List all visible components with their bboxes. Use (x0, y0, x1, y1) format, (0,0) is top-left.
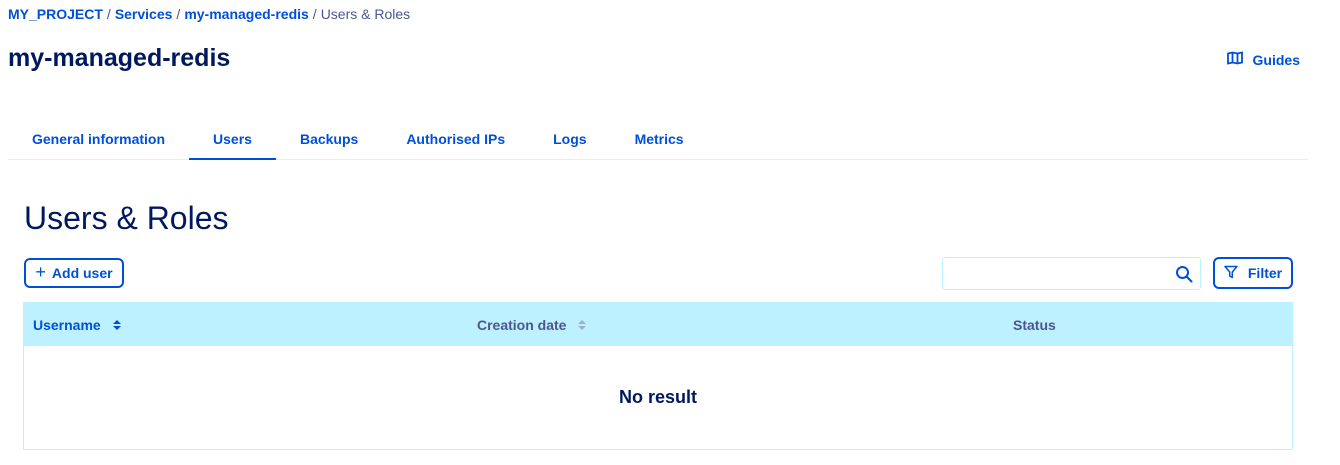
page: MY_PROJECT / Services / my-managed-redis… (0, 0, 1340, 465)
users-table: Username Creation date Status No result (23, 302, 1293, 450)
guides-label: Guides (1252, 51, 1300, 68)
tab-backups[interactable]: Backups (276, 118, 382, 159)
section-title: Users & Roles (24, 200, 229, 236)
breadcrumb-separator: / (106, 6, 111, 22)
sort-icon (578, 319, 587, 330)
filter-label: Filter (1247, 265, 1283, 281)
plus-icon: + (35, 262, 46, 282)
column-header-status: Status (1013, 303, 1056, 346)
filter-button[interactable]: Filter (1213, 257, 1293, 289)
breadcrumb-project[interactable]: MY_PROJECT (8, 6, 103, 22)
tab-users[interactable]: Users (189, 118, 276, 160)
sort-icon (112, 319, 121, 330)
breadcrumb: MY_PROJECT / Services / my-managed-redis… (8, 6, 410, 22)
breadcrumb-services[interactable]: Services (115, 6, 173, 22)
breadcrumb-current: Users & Roles (320, 6, 411, 22)
book-icon (1226, 50, 1243, 69)
tab-bar: General information Users Backups Author… (8, 118, 1308, 160)
page-title: my-managed-redis (8, 44, 231, 72)
column-header-label: Username (33, 316, 101, 333)
breadcrumb-separator: / (312, 6, 317, 22)
tab-metrics[interactable]: Metrics (611, 118, 708, 159)
breadcrumb-service[interactable]: my-managed-redis (184, 6, 308, 22)
empty-state: No result (618, 387, 697, 407)
breadcrumb-separator: / (176, 6, 181, 22)
column-header-username[interactable]: Username (33, 303, 121, 346)
search-input[interactable] (943, 258, 1168, 289)
column-header-creation-date[interactable]: Creation date (477, 303, 587, 346)
guides-link[interactable]: Guides (1226, 50, 1300, 69)
tab-logs[interactable]: Logs (529, 118, 610, 159)
column-header-label: Creation date (477, 316, 567, 333)
column-header-label: Status (1013, 316, 1056, 333)
search-box (942, 257, 1201, 290)
add-user-button[interactable]: + Add user (24, 258, 124, 288)
filter-icon (1224, 265, 1238, 282)
tab-general-information[interactable]: General information (8, 118, 189, 159)
table-header: Username Creation date Status (24, 303, 1292, 346)
add-user-label: Add user (51, 265, 113, 281)
tab-authorised-ips[interactable]: Authorised IPs (382, 118, 529, 159)
search-icon[interactable] (1168, 258, 1200, 289)
